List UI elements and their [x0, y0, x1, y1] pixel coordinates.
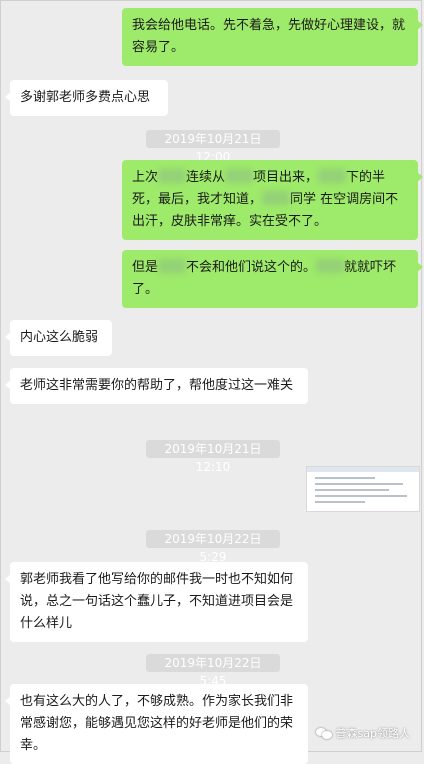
watermark-text: 普森sap领路人	[335, 727, 410, 740]
message-bubble-outgoing[interactable]: 但是 不会和他们说这个的。 就就吓坏了。	[122, 250, 423, 308]
thumbnail-line	[315, 483, 403, 485]
timestamp-badge: 2019年10月21日 12:10	[146, 440, 280, 474]
message-text: 内心这么脆弱	[20, 330, 99, 345]
thumbnail-line	[315, 477, 375, 479]
redacted-block	[318, 169, 347, 183]
message-bubble-incoming[interactable]: 多谢郭老师多费点心思	[5, 80, 168, 116]
wechat-icon	[315, 727, 332, 740]
timestamp-badge: 2019年10月22日 5:29	[146, 530, 280, 564]
message-text: 郭老师我看了他写给你的邮件我一时也不知如何说，总之一句话这个蠢儿子，不知道进项目…	[20, 572, 294, 631]
message-bubble-outgoing[interactable]: 上次 连续从 项目出来， 下的半死，最后，我才知道， 同学 在空调房间不出汗，皮肤非常痒…	[122, 160, 423, 240]
thumbnail-header	[307, 467, 419, 472]
redacted-block	[262, 191, 291, 205]
redacted-block	[225, 169, 254, 183]
message-text-part: 但是	[132, 260, 159, 275]
message-text: 老师这非常需要你的帮助了，帮他度过这一难关	[20, 378, 294, 393]
thumbnail-line	[315, 495, 407, 497]
message-text: 多谢郭老师多费点心思	[20, 90, 151, 105]
watermark: 普森sap领路人	[315, 725, 410, 741]
message-bubble-incoming[interactable]: 老师这非常需要你的帮助了，帮他度过这一难关	[5, 368, 308, 404]
thumbnail-line	[315, 489, 389, 491]
message-text-part: 连续从	[186, 170, 226, 185]
message-text: 我会给他电话。先不着急，先做好心理建设，就容易了。	[132, 18, 406, 55]
image-attachment-thumbnail[interactable]	[306, 466, 420, 512]
redacted-block	[158, 169, 187, 183]
message-bubble-incoming[interactable]: 也有这么大的人了，不够成熟。作为家长我们非常感谢您，能够遇见您这样的好老师是他们…	[5, 684, 308, 764]
message-bubble-incoming[interactable]: 内心这么脆弱	[5, 320, 112, 356]
message-text-part: 上次	[132, 170, 159, 185]
timestamp-badge: 2019年10月21日 12:00	[146, 130, 280, 164]
message-text-part: 项目出来，	[253, 170, 319, 185]
message-bubble-outgoing[interactable]: 我会给他电话。先不着急，先做好心理建设，就容易了。	[122, 8, 423, 66]
message-text: 也有这么大的人了，不够成熟。作为家长我们非常感谢您，能够遇见您这样的好老师是他们…	[20, 694, 294, 753]
redacted-block	[158, 259, 187, 273]
redacted-block	[316, 259, 345, 273]
thumbnail-line	[315, 501, 365, 503]
message-text-part: 不会和他们说这个的。	[186, 260, 317, 275]
message-bubble-incoming[interactable]: 郭老师我看了他写给你的邮件我一时也不知如何说，总之一句话这个蠢儿子，不知道进项目…	[5, 562, 308, 642]
timestamp-badge: 2019年10月22日 5:45	[146, 654, 280, 688]
